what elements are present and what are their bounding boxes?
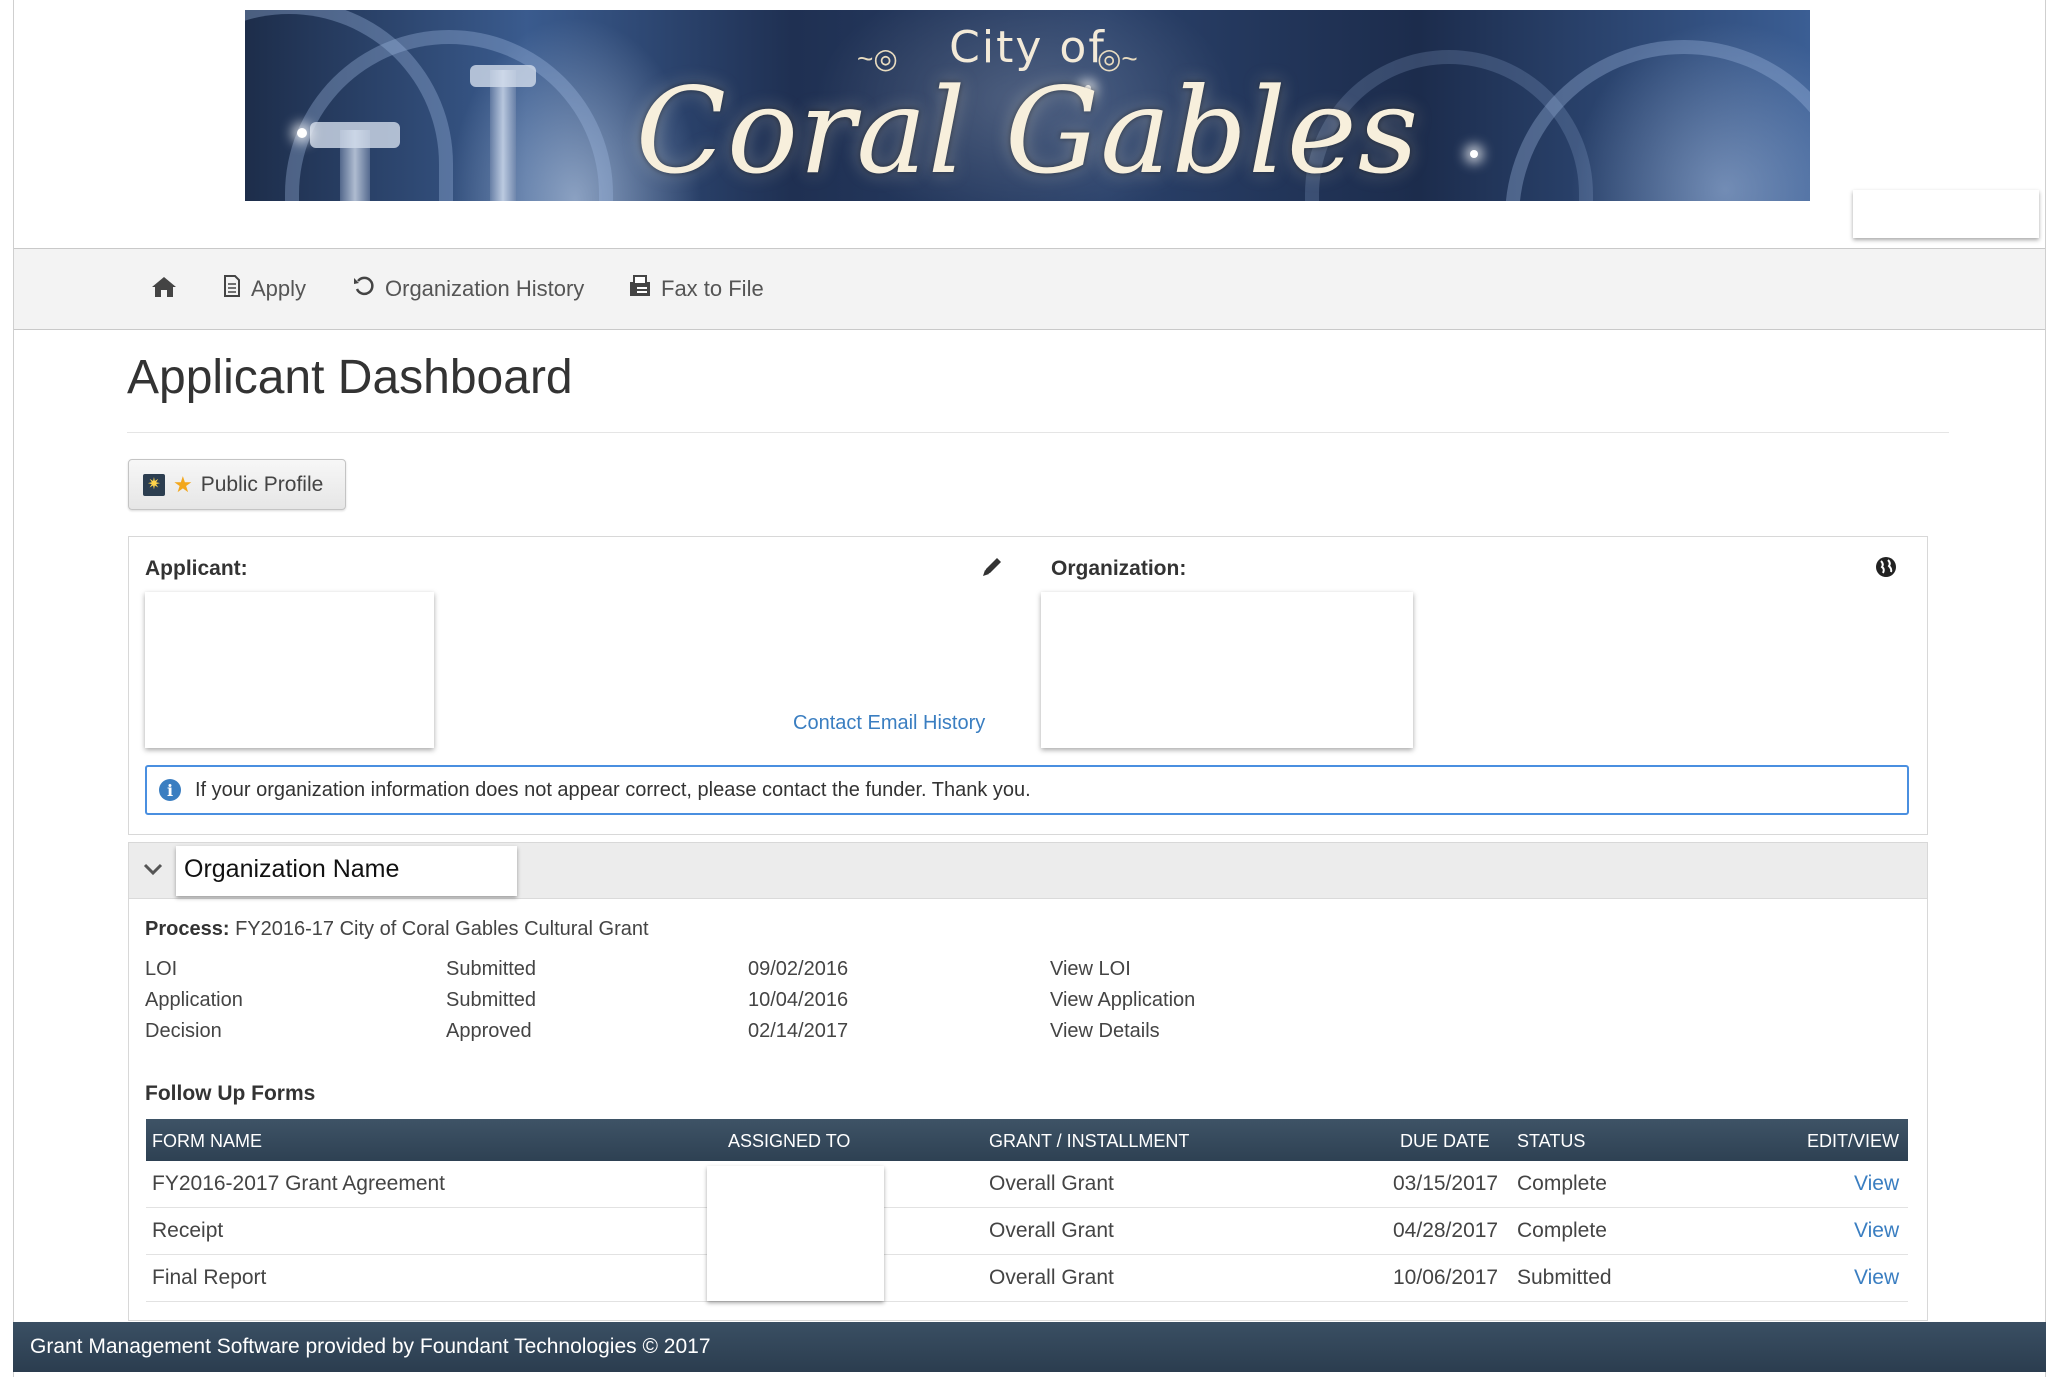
- process-label: Process:: [145, 918, 230, 940]
- grant-cell: Overall Grant: [989, 1266, 1114, 1289]
- profile-logo-icon: ✷: [143, 473, 165, 496]
- organization-header[interactable]: Organization Name: [129, 843, 1927, 899]
- grant-cell: Overall Grant: [989, 1219, 1114, 1242]
- applicant-info-card: [145, 592, 434, 748]
- stage-status: Approved: [446, 1020, 532, 1042]
- stage-status: Submitted: [446, 958, 537, 980]
- stage-status: Submitted: [446, 989, 537, 1011]
- header-banner: ~◎ ◎~ City of Coral Gables: [245, 10, 1810, 201]
- fax-icon: [629, 275, 651, 303]
- status-cell: Submitted: [1517, 1266, 1612, 1289]
- chevron-down-icon[interactable]: [143, 857, 163, 883]
- assigned-to-redacted-box: [707, 1166, 884, 1301]
- history-icon: [353, 275, 375, 303]
- column-header[interactable]: GRANT / INSTALLMENT: [989, 1131, 1189, 1152]
- footer: Grant Management Software provided by Fo…: [13, 1322, 2046, 1372]
- view-link[interactable]: View: [1854, 1172, 1899, 1196]
- applicant-label: Applicant:: [145, 557, 248, 580]
- grant-cell: Overall Grant: [989, 1172, 1114, 1195]
- table-row: FY2016-2017 Grant Agreement Overall Gran…: [146, 1161, 1908, 1208]
- status-cell: Complete: [1517, 1172, 1607, 1195]
- column-header[interactable]: STATUS: [1517, 1131, 1585, 1152]
- star-icon: ★: [173, 471, 193, 497]
- title-divider: [127, 432, 1949, 433]
- nav-organization-history[interactable]: Organization History: [353, 275, 584, 303]
- nav-organization-history-label: Organization History: [385, 276, 585, 301]
- column-header[interactable]: EDIT/VIEW: [1807, 1131, 1899, 1152]
- table-row: Receipt Overall Grant 04/28/2017 Complet…: [146, 1208, 1908, 1255]
- edit-pencil-icon[interactable]: [980, 555, 1004, 584]
- document-icon: [223, 275, 241, 303]
- banner-coral-gables: Coral Gables: [635, 62, 1420, 200]
- globe-icon[interactable]: [1874, 555, 1898, 584]
- due-date-cell: 04/28/2017: [1393, 1219, 1499, 1242]
- organization-info-card: [1041, 592, 1413, 748]
- view-details-link[interactable]: View Details: [1050, 1020, 1160, 1043]
- stage-date: 02/14/2017: [748, 1020, 849, 1042]
- redacted-box: [1853, 190, 2039, 238]
- form-name-cell: Receipt: [152, 1219, 224, 1242]
- stage-date: 10/04/2016: [748, 989, 849, 1011]
- form-name-cell: FY2016-2017 Grant Agreement: [152, 1172, 446, 1195]
- view-application-link[interactable]: View Application: [1050, 989, 1195, 1012]
- top-navbar: Apply Organization History Fax to File: [14, 248, 2045, 330]
- process-name: FY2016-17 City of Coral Gables Cultural …: [235, 918, 649, 940]
- footer-text: Grant Management Software provided by Fo…: [30, 1335, 711, 1358]
- home-link[interactable]: [151, 275, 177, 305]
- status-cell: Complete: [1517, 1219, 1607, 1242]
- stage-name: Decision: [145, 1020, 222, 1042]
- follow-up-table-header: FORM NAME ASSIGNED TO GRANT / INSTALLMEN…: [146, 1119, 1908, 1161]
- nav-fax-to-file-label: Fax to File: [661, 276, 764, 301]
- form-name-cell: Final Report: [152, 1266, 267, 1289]
- stage-name: Application: [145, 989, 243, 1011]
- view-loi-link[interactable]: View LOI: [1050, 958, 1131, 981]
- view-link[interactable]: View: [1854, 1219, 1899, 1243]
- nav-apply-label: Apply: [251, 276, 307, 301]
- nav-apply[interactable]: Apply: [223, 275, 306, 303]
- stage-date: 09/02/2016: [748, 958, 849, 980]
- due-date-cell: 10/06/2017: [1393, 1266, 1499, 1289]
- alert-text: If your organization information does no…: [195, 778, 1031, 801]
- table-row: Final Report Overall Grant 10/06/2017 Su…: [146, 1255, 1908, 1302]
- follow-up-forms-title: Follow Up Forms: [145, 1082, 316, 1105]
- public-profile-label: Public Profile: [200, 472, 324, 496]
- column-header[interactable]: ASSIGNED TO: [728, 1131, 850, 1152]
- nav-fax-to-file[interactable]: Fax to File: [629, 275, 764, 303]
- public-profile-button[interactable]: ✷ ★ Public Profile: [128, 459, 346, 510]
- page-title: Applicant Dashboard: [127, 351, 573, 404]
- column-header[interactable]: FORM NAME: [152, 1131, 262, 1152]
- organization-label: Organization:: [1051, 557, 1187, 580]
- contact-email-history-link[interactable]: Contact Email History: [793, 712, 985, 735]
- info-icon: i: [159, 779, 181, 801]
- due-date-cell: 03/15/2017: [1393, 1172, 1499, 1195]
- organization-name: Organization Name: [176, 846, 517, 896]
- home-icon: [151, 275, 177, 305]
- stage-name: LOI: [145, 958, 178, 980]
- view-link[interactable]: View: [1854, 1266, 1899, 1290]
- info-alert: i If your organization information does …: [145, 765, 1909, 815]
- process-line: Process: FY2016-17 City of Coral Gables …: [145, 918, 649, 941]
- column-header[interactable]: DUE DATE: [1400, 1131, 1490, 1152]
